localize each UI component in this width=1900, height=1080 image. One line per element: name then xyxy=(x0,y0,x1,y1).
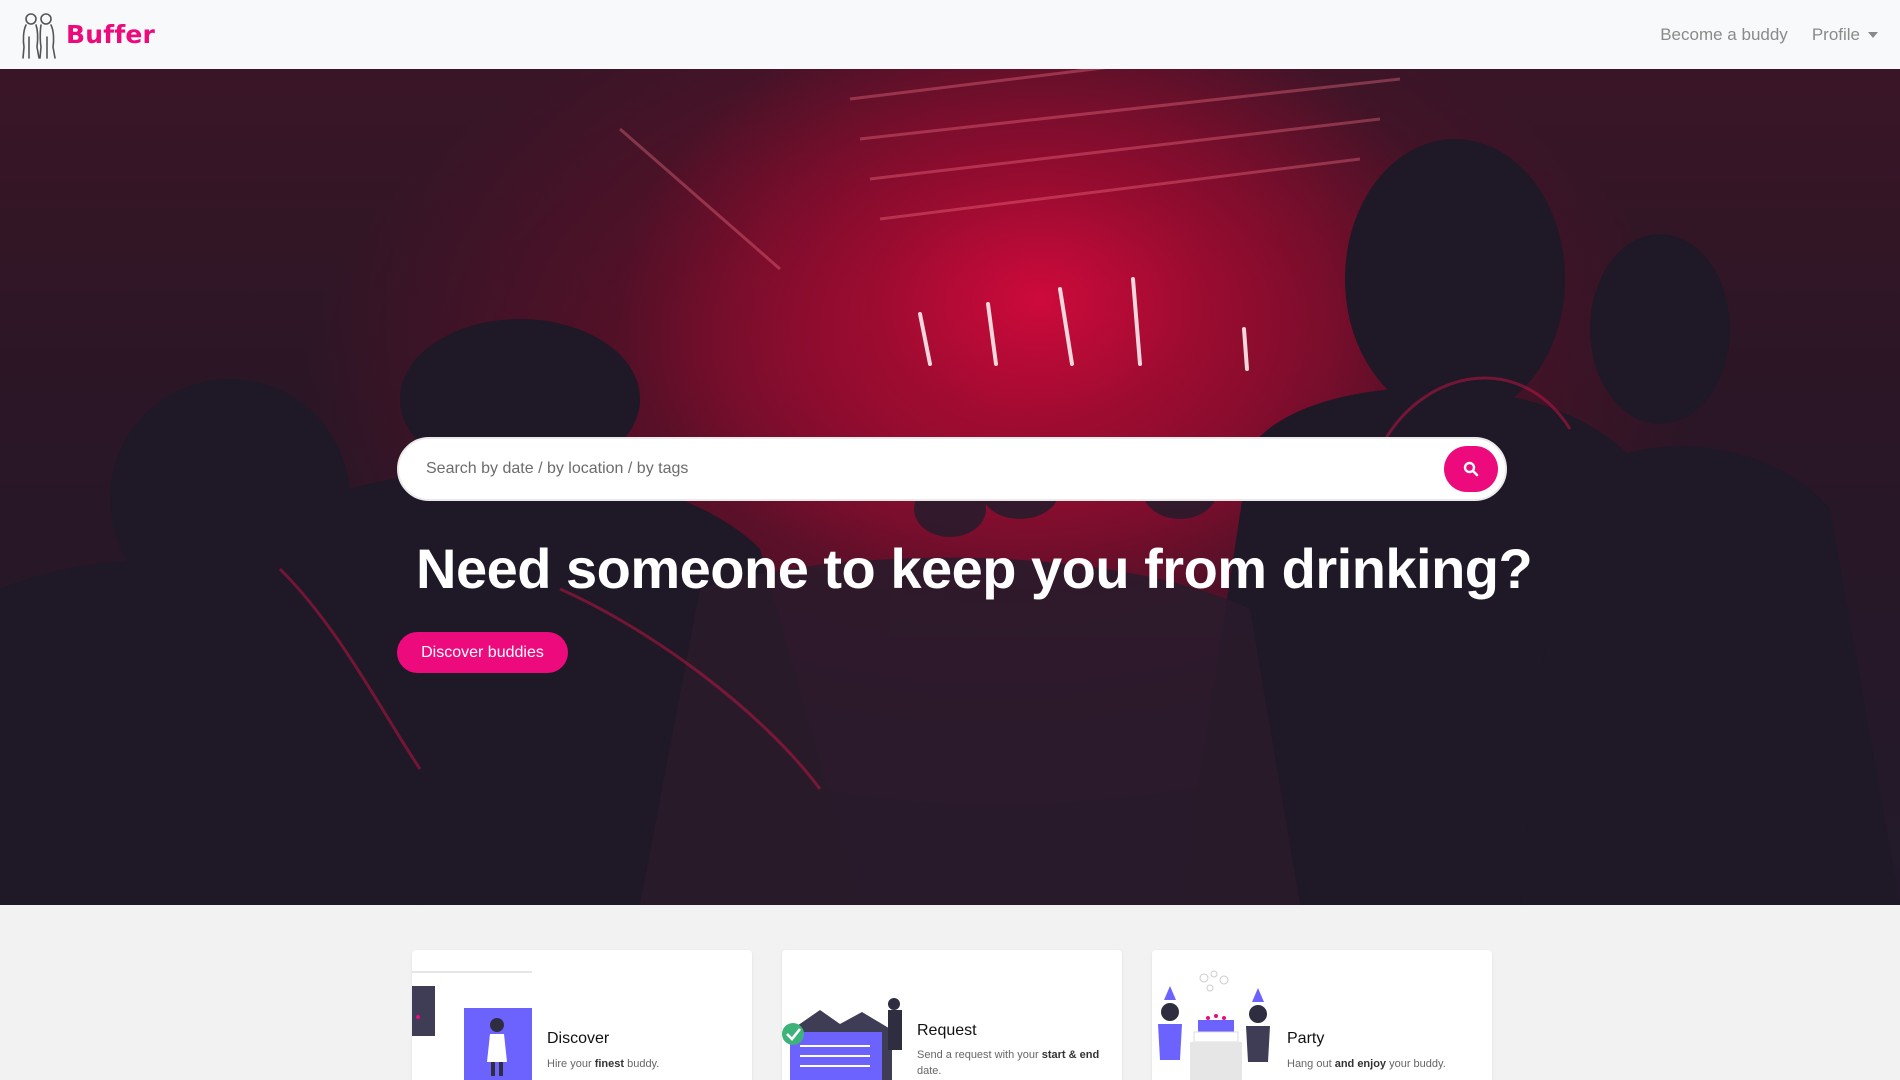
search-button[interactable] xyxy=(1444,446,1498,492)
caret-down-icon xyxy=(1868,31,1878,38)
brand-link[interactable]: Buffer xyxy=(18,11,155,59)
profile-dropdown[interactable]: Profile xyxy=(1812,25,1878,45)
feature-title: Discover xyxy=(547,1030,610,1047)
search-bar xyxy=(397,437,1507,501)
discover-buddies-button[interactable]: Discover buddies xyxy=(397,632,568,673)
nav-links: Become a buddy Profile xyxy=(1660,0,1878,69)
request-illustration-icon xyxy=(782,998,902,1080)
become-buddy-label: Become a buddy xyxy=(1660,24,1788,44)
feature-card-request: Request Send a request with your start &… xyxy=(782,950,1122,1080)
feature-description: Hire your finest buddy. xyxy=(547,1058,660,1070)
search-icon xyxy=(1463,461,1479,477)
profile-label: Profile xyxy=(1811,24,1860,44)
feature-title: Party xyxy=(1287,1030,1325,1047)
feature-title: Request xyxy=(917,1022,977,1039)
hero-section: Need someone to keep you from drinking? … xyxy=(0,69,1900,905)
brand-name: Buffer xyxy=(66,20,156,49)
feature-description: Send a request with your start & end dat… xyxy=(917,1049,1100,1077)
navbar: Buffer Become a buddy Profile xyxy=(0,0,1900,69)
feature-description: Hang out and enjoy your buddy. xyxy=(1287,1058,1446,1070)
discover-illustration-icon xyxy=(412,971,532,1080)
feature-card-party: Party Hang out and enjoy your buddy. xyxy=(1152,950,1492,1080)
buddies-logo-icon xyxy=(22,12,56,59)
become-buddy-link[interactable]: Become a buddy xyxy=(1660,25,1788,45)
hero-headline: Need someone to keep you from drinking? xyxy=(416,537,1533,600)
search-input[interactable] xyxy=(399,439,1444,499)
party-illustration-icon xyxy=(1158,970,1270,1080)
feature-card-discover: Discover Hire your finest buddy. xyxy=(412,950,752,1080)
